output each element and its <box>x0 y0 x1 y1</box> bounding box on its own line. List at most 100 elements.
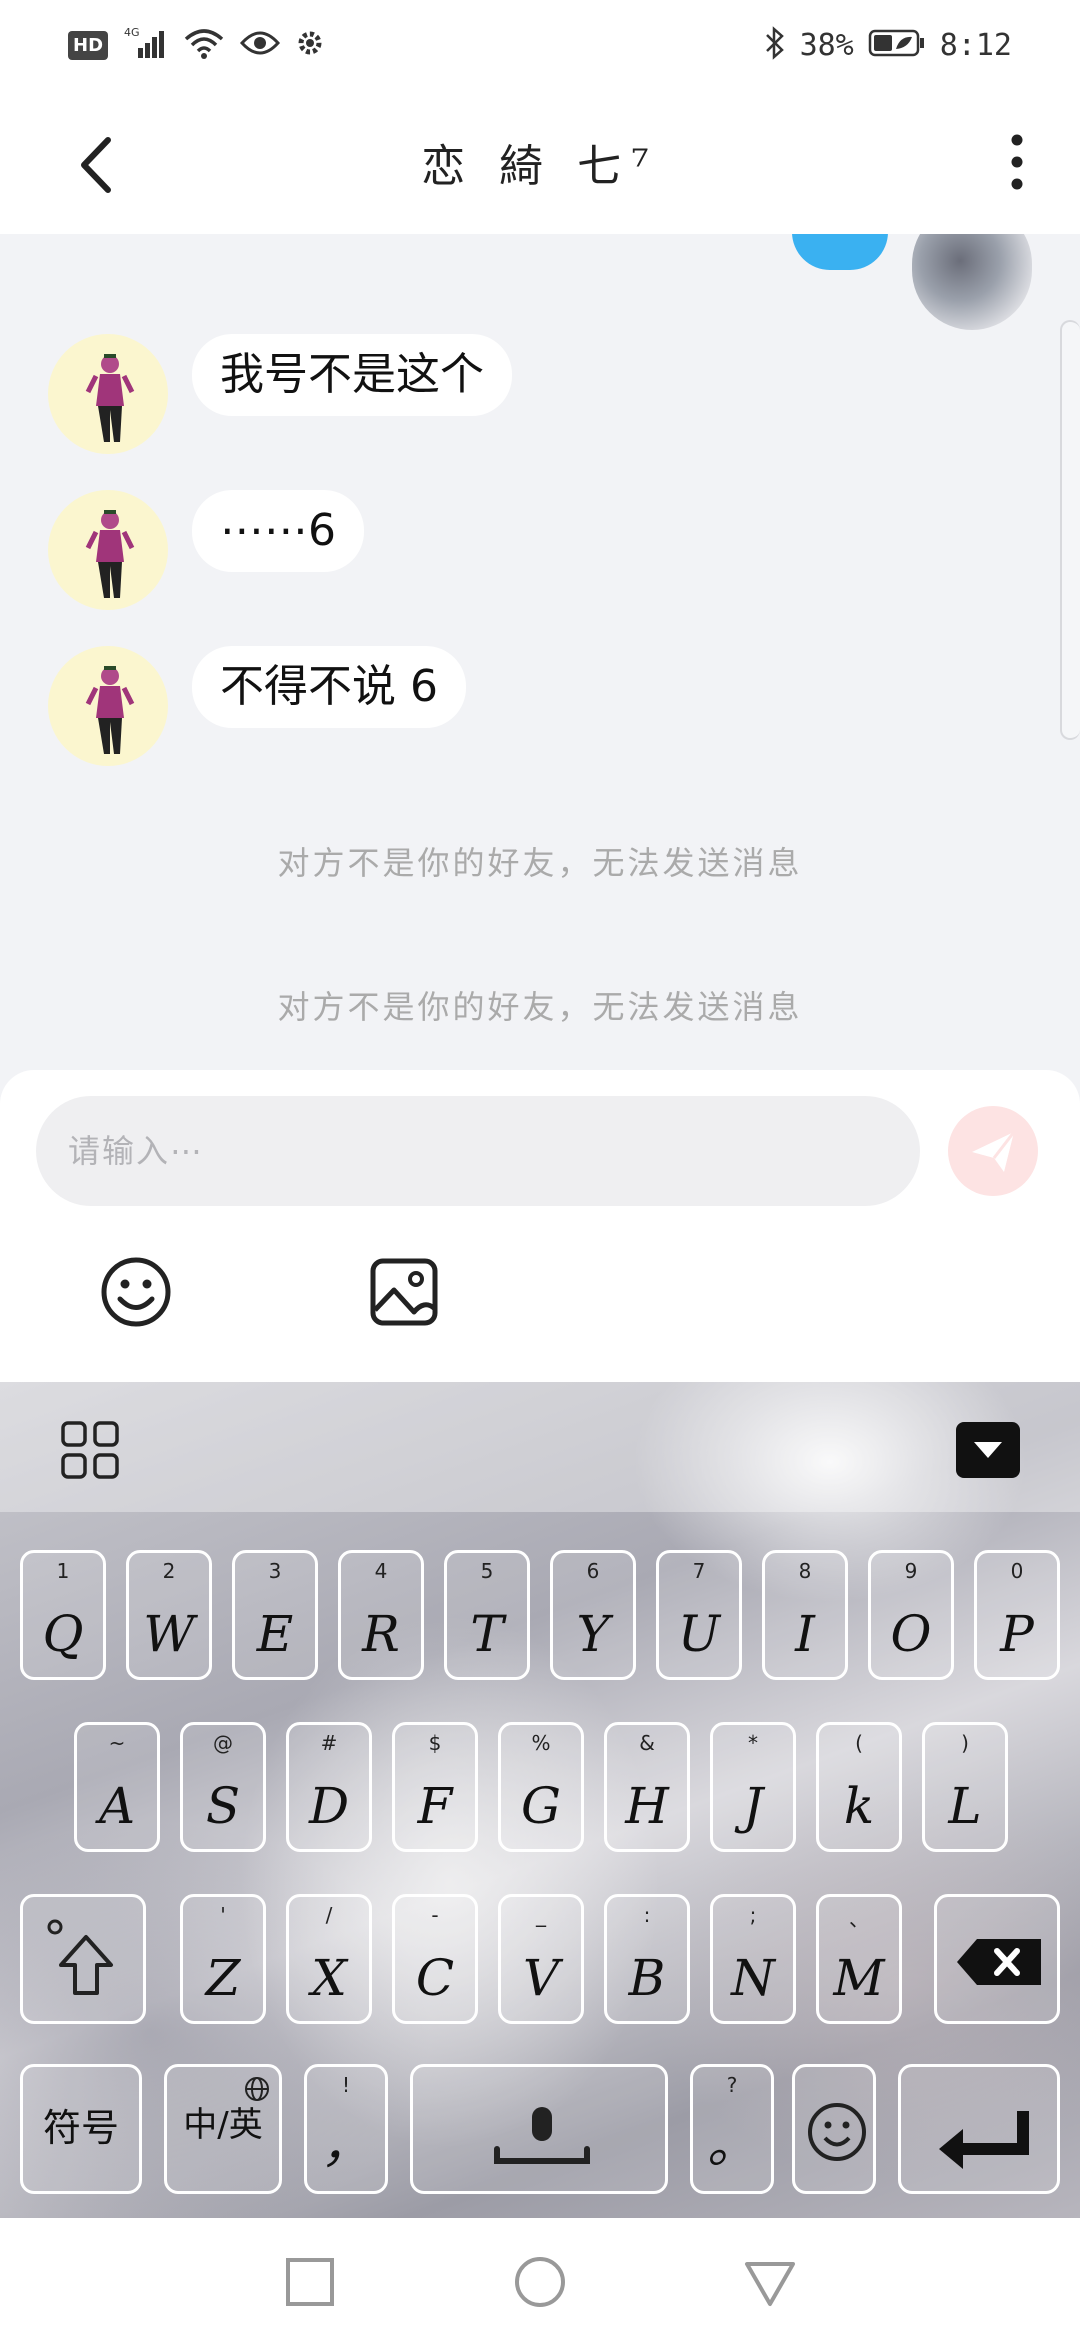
chat-header: 恋 綺 七⁷ <box>0 92 1080 234</box>
key-label: Q <box>42 1605 84 1663</box>
key-label: O <box>890 1605 932 1663</box>
self-avatar[interactable] <box>912 234 1032 330</box>
key-sub-label: 3 <box>268 1559 282 1583</box>
key-c[interactable]: -C <box>392 1894 478 2024</box>
square-icon <box>286 2258 334 2306</box>
key-label: H <box>625 1777 669 1835</box>
key-l[interactable]: ) L <box>922 1722 1008 1852</box>
key-label: E <box>256 1605 294 1663</box>
backspace-key[interactable] <box>934 1894 1060 2024</box>
smiley-icon <box>101 1257 171 1327</box>
key-j[interactable]: * J <box>710 1722 796 1852</box>
more-vertical-icon <box>1011 134 1023 190</box>
language-switch-key[interactable]: 中/英 <box>164 2064 282 2194</box>
key-sub-label: 1 <box>56 1559 70 1583</box>
key-sub-label: : <box>643 1903 651 1927</box>
key-o[interactable]: 9O <box>868 1550 954 1680</box>
key-label: X <box>311 1949 347 2007</box>
contact-avatar[interactable] <box>48 334 168 454</box>
list-item: ⋯⋯6 <box>48 490 364 610</box>
key-label: G <box>521 1777 561 1835</box>
list-item: 我号不是这个 <box>48 334 512 454</box>
key-g[interactable]: % G <box>498 1722 584 1852</box>
space-key[interactable] <box>410 2064 668 2194</box>
keyboard-menu-button[interactable] <box>60 1420 120 1480</box>
symbols-key[interactable]: 符号 <box>20 2064 142 2194</box>
key-z[interactable]: ' Z <box>180 1894 266 2024</box>
key-q[interactable]: 1Q <box>20 1550 106 1680</box>
system-nav-bar <box>0 2218 1080 2340</box>
send-button[interactable] <box>948 1106 1038 1196</box>
key-k[interactable]: (k <box>816 1722 902 1852</box>
key-r[interactable]: 4R <box>338 1550 424 1680</box>
key-y[interactable]: 6Y <box>550 1550 636 1680</box>
key-sub-label: 5 <box>480 1559 494 1583</box>
key-label: U <box>677 1605 721 1663</box>
period-key[interactable]: ? 。 <box>690 2064 774 2194</box>
key-i[interactable]: 8I <box>762 1550 848 1680</box>
message-input[interactable] <box>36 1096 920 1206</box>
home-button[interactable] <box>512 2254 568 2310</box>
circle-icon <box>515 2257 565 2307</box>
image-button[interactable] <box>364 1252 444 1332</box>
key-label: D <box>308 1777 350 1835</box>
emoji-button[interactable] <box>96 1252 176 1332</box>
keyboard-toolbar <box>0 1382 1080 1512</box>
key-sub-label: 4 <box>374 1559 388 1583</box>
key-b[interactable]: :B <box>604 1894 690 2024</box>
key-a[interactable]: ~ A <box>74 1722 160 1852</box>
key-x[interactable]: / X <box>286 1894 372 2024</box>
key-sub-label: * <box>748 1731 758 1755</box>
key-label: I <box>795 1605 815 1663</box>
send-icon <box>972 1131 1016 1172</box>
key-sub-label: ? <box>726 2073 738 2097</box>
caret-down-icon <box>974 1442 1002 1458</box>
key-label: Y <box>576 1605 610 1663</box>
key-n[interactable]: ; N <box>710 1894 796 2024</box>
message-bubble[interactable]: 我号不是这个 <box>192 334 512 416</box>
system-notice: 对方不是你的好友，无法发送消息 <box>277 844 803 882</box>
key-label: P <box>1000 1605 1034 1663</box>
key-sub-label: 7 <box>692 1559 706 1583</box>
key-label: L <box>948 1777 982 1835</box>
message-bubble[interactable]: ⋯⋯6 <box>192 490 364 572</box>
key-sub-label: @ <box>213 1731 233 1755</box>
contact-avatar[interactable] <box>48 646 168 766</box>
key-label: ， <box>321 2116 371 2174</box>
key-p[interactable]: 0P <box>974 1550 1060 1680</box>
message-bubble[interactable]: 不得不说 6 <box>192 646 466 728</box>
key-label: V <box>522 1949 560 2007</box>
key-v[interactable]: _ V <box>498 1894 584 2024</box>
key-f[interactable]: $ F <box>392 1722 478 1852</box>
key-sub-label: & <box>639 1731 655 1755</box>
key-sub-label: # <box>320 1731 338 1755</box>
emoji-key[interactable] <box>792 2064 876 2194</box>
back-nav-button[interactable] <box>742 2254 798 2310</box>
scrollbar[interactable] <box>1060 320 1080 740</box>
list-item: 不得不说 6 <box>48 646 466 766</box>
more-options-button[interactable] <box>1002 132 1032 192</box>
key-e[interactable]: 3E <box>232 1550 318 1680</box>
shift-key[interactable] <box>20 1894 146 2024</box>
key-d[interactable]: # D <box>286 1722 372 1852</box>
key-w[interactable]: 2W <box>126 1550 212 1680</box>
comma-key[interactable]: ! ， <box>304 2064 388 2194</box>
outgoing-bubble-partial <box>792 234 888 270</box>
shift-icon <box>47 1919 113 1995</box>
hide-keyboard-button[interactable] <box>956 1422 1020 1478</box>
key-s[interactable]: @ S <box>180 1722 266 1852</box>
enter-key[interactable] <box>898 2064 1060 2194</box>
key-h[interactable]: & H <box>604 1722 690 1852</box>
backspace-icon <box>957 1939 1041 1985</box>
key-t[interactable]: 5T <box>444 1550 530 1680</box>
contact-avatar[interactable] <box>48 490 168 610</box>
system-notice: 对方不是你的好友，无法发送消息 <box>277 988 803 1026</box>
message-list[interactable]: 我号不是这个 ⋯⋯6 不得不说 6 对方不是你的好友，无法发送消息 对方不是你的… <box>0 234 1080 1070</box>
language-key-label: 中/英 <box>183 2105 263 2145</box>
key-sub-label: ! <box>341 2073 351 2097</box>
key-m[interactable]: 、 M <box>816 1894 902 2024</box>
key-u[interactable]: 7U <box>656 1550 742 1680</box>
key-sub-label: _ <box>536 1903 546 1927</box>
recents-button[interactable] <box>282 2254 338 2310</box>
key-sub-label: 9 <box>904 1559 918 1583</box>
